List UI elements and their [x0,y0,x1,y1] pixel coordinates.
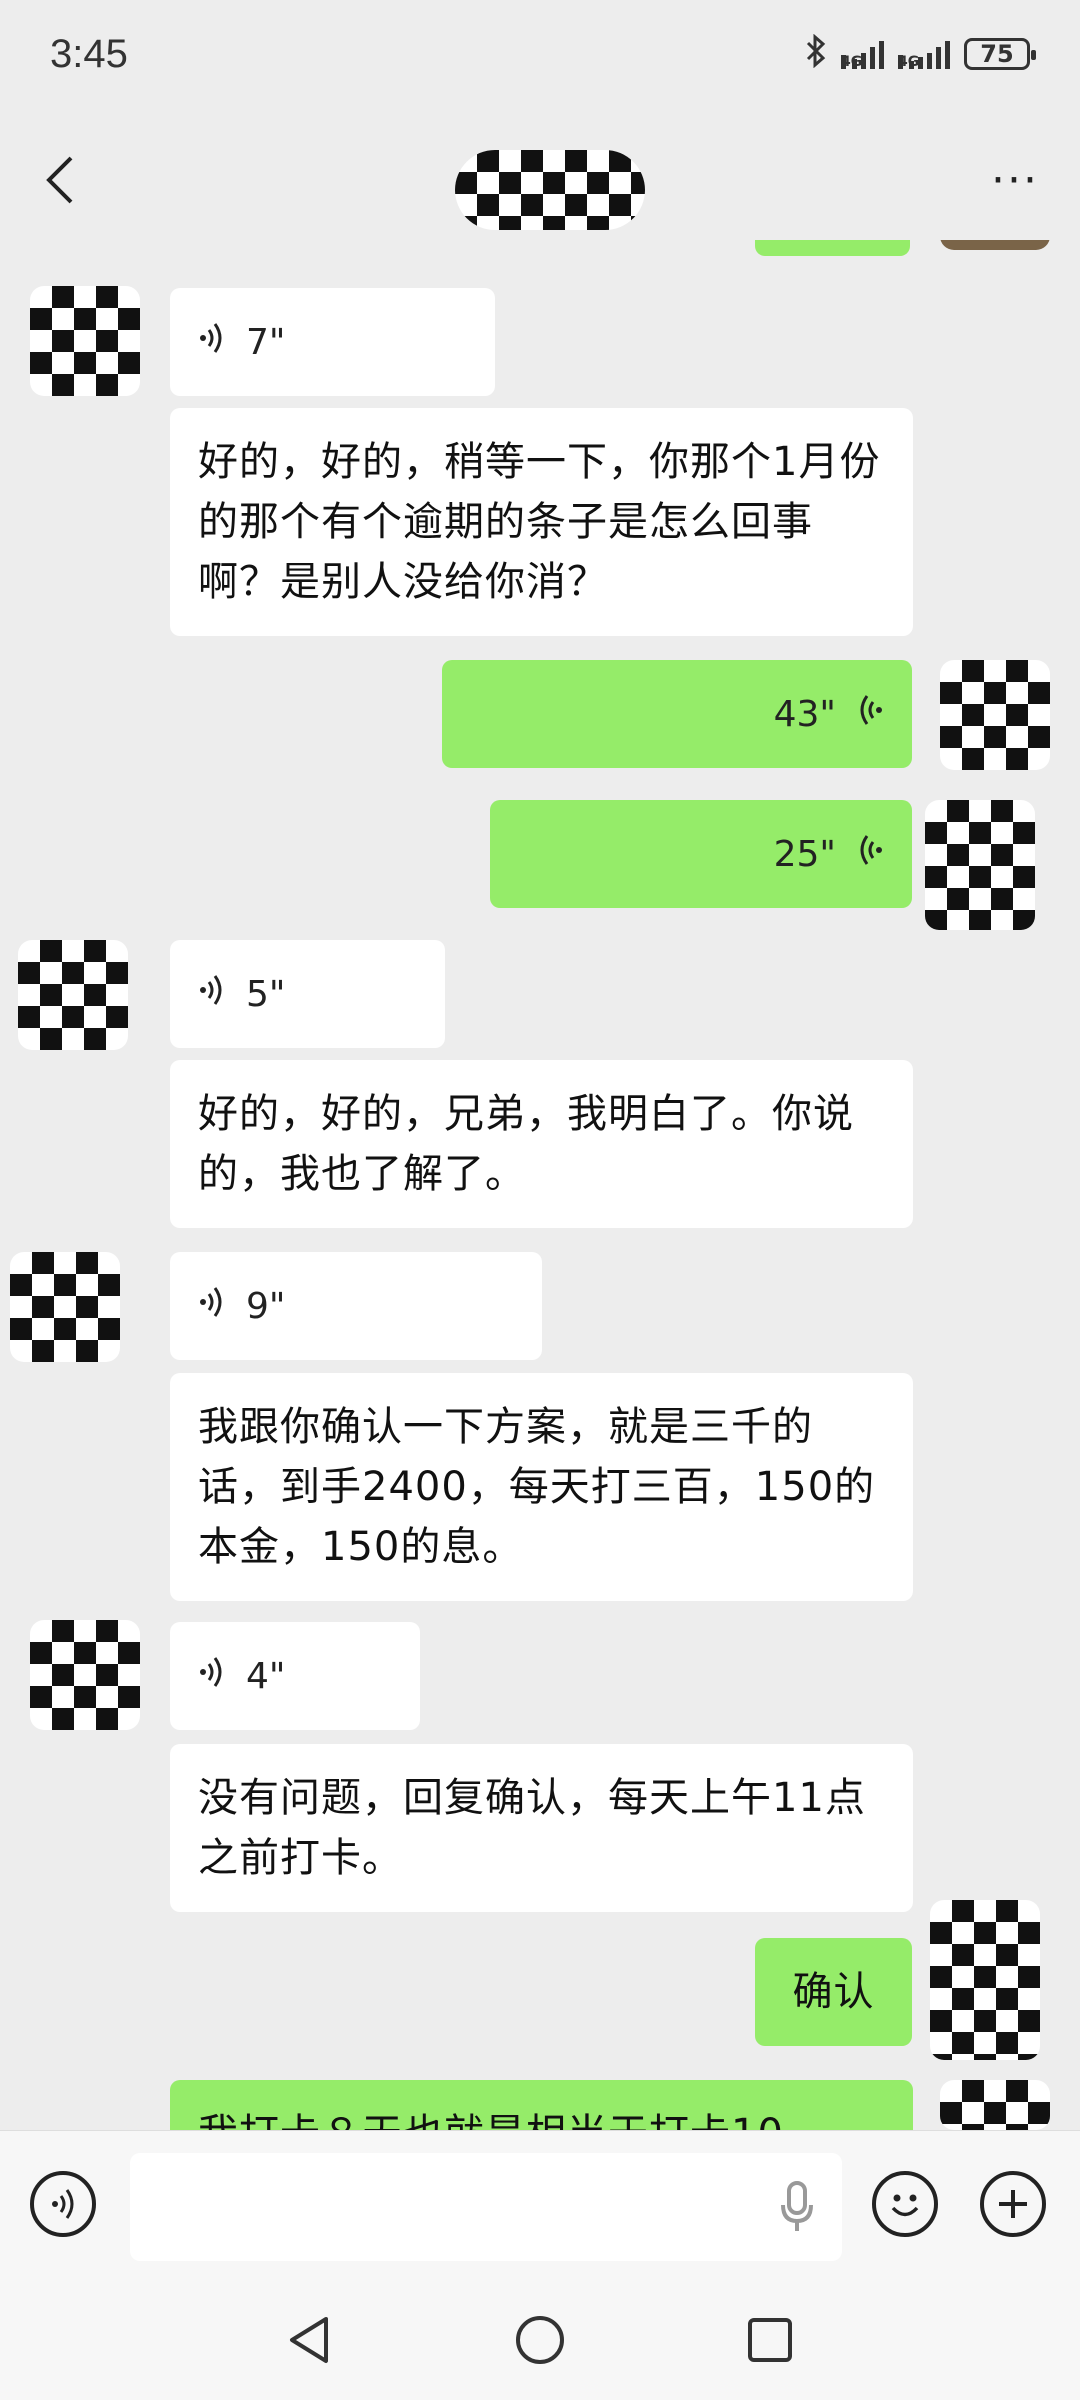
status-time: 3:45 [50,32,128,76]
voice-duration: 5" [246,973,286,1015]
avatar[interactable] [30,286,140,396]
text-message[interactable]: 好的，好的，兄弟，我明白了。你说的，我也了解了。 [170,1060,913,1228]
text-message[interactable]: 我跟你确认一下方案，就是三千的话，到手2400，每天打三百，150的本金，150… [170,1373,913,1601]
plus-icon [999,2190,1027,2218]
avatar[interactable] [18,940,128,1050]
voice-wave-icon [52,2189,74,2219]
battery-icon: 75 [964,38,1036,70]
more-button[interactable]: ··· [980,150,1050,210]
voice-message[interactable]: 9" [170,1252,542,1360]
avatar[interactable] [10,1252,120,1362]
plus-button[interactable] [980,2171,1046,2237]
more-icon: ··· [991,154,1039,206]
message-bubble-partial[interactable] [755,240,910,256]
voice-duration: 43" [773,693,836,735]
voice-message[interactable]: 25" [490,800,912,908]
text-message[interactable]: 好的，好的，稍等一下，你那个1月份的那个有个逾期的条子是怎么回事啊？是别人没给你… [170,408,913,636]
chat-title-redacted [455,150,645,230]
voice-duration: 25" [773,833,836,875]
voice-wave-icon [198,1652,228,1701]
text-message[interactable]: 确认 [755,1938,912,2046]
signal-label: 4G [841,55,862,69]
voice-wave-icon [198,970,228,1019]
avatar[interactable] [30,1620,140,1730]
signal-icon: 4G [841,39,884,69]
voice-message[interactable]: 43" [442,660,912,768]
voice-message[interactable]: 5" [170,940,445,1048]
mic-icon[interactable] [762,2169,832,2245]
input-bar [0,2130,1080,2281]
nav-recents-button[interactable] [725,2295,815,2385]
message-input[interactable] [130,2153,842,2261]
nav-back-icon [290,2317,328,2363]
text-message[interactable]: 没有问题，回复确认，每天上午11点之前打卡。 [170,1744,913,1912]
nav-recents-icon [748,2318,792,2362]
battery-level: 75 [980,40,1014,68]
avatar[interactable] [940,2080,1050,2130]
emoji-button[interactable] [872,2171,938,2237]
system-nav-bar [0,2280,1080,2400]
avatar[interactable] [940,240,1050,250]
avatar[interactable] [940,660,1050,770]
voice-duration: 7" [246,321,286,363]
avatar[interactable] [925,800,1035,930]
signal-icon: 4G [898,39,950,69]
voice-duration: 9" [246,1285,286,1327]
bluetooth-icon [805,33,827,75]
voice-message[interactable]: 4" [170,1622,420,1730]
emoji-icon [891,2194,919,2217]
voice-message[interactable]: 7" [170,288,495,396]
back-arrow-icon [46,156,73,204]
text-message[interactable]: 我打卡８天也就是相当于打卡10 [170,2080,913,2130]
nav-back-button[interactable] [265,2295,355,2385]
voice-wave-icon [198,318,228,367]
voice-duration: 4" [246,1655,286,1697]
voice-input-toggle-button[interactable] [30,2171,96,2237]
chat-header: ··· [0,120,1080,240]
nav-home-button[interactable] [495,2295,585,2385]
status-bar: 3:45 4G 4G 75 [0,0,1080,120]
voice-wave-icon [198,1282,228,1331]
avatar[interactable] [930,1900,1040,2060]
nav-home-icon [516,2316,564,2364]
voice-wave-icon [854,690,884,739]
back-button[interactable] [30,140,90,220]
status-icons: 4G 4G 75 [805,33,1036,75]
voice-wave-icon [854,830,884,879]
signal-label: 4G [898,55,919,69]
message-list[interactable]: 7" 好的，好的，稍等一下，你那个1月份的那个有个逾期的条子是怎么回事啊？是别人… [0,240,1080,2130]
